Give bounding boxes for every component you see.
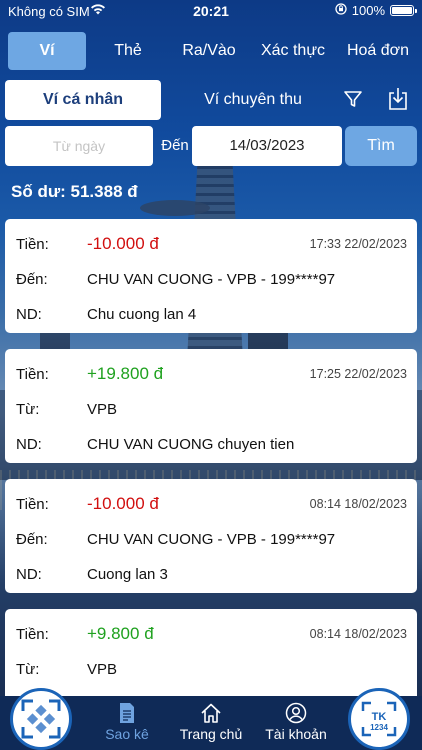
transaction-datetime: 17:25 22/02/2023 (309, 367, 407, 381)
note-label: ND: (16, 306, 42, 323)
search-button[interactable]: Tìm (345, 126, 417, 166)
user-icon (258, 702, 334, 724)
tab-ra-vao[interactable]: Ra/Vào (170, 32, 248, 70)
transaction-card[interactable]: Tiền: +19.800 đ 17:25 22/02/2023 Từ: VPB… (5, 349, 417, 463)
amount-value: +19.800 đ (87, 364, 164, 383)
qr-code-icon (13, 691, 69, 747)
transaction-card[interactable]: Tiền: -10.000 đ 08:14 18/02/2023 Đến: CH… (5, 479, 417, 593)
party-value: VPB (87, 661, 118, 678)
status-bar: Không có SIM 20:21 100% (0, 0, 422, 22)
wallet-selector: Ví cá nhân Ví chuyên thu (5, 80, 417, 120)
document-icon (100, 702, 154, 724)
nav-account-label: Tài khoản (265, 726, 327, 742)
badge-line2: 1234 (370, 723, 388, 732)
battery-percent: 100% (351, 3, 385, 18)
balance-text: Số dư: 51.388 đ (11, 182, 138, 201)
party-label: Từ: (16, 661, 40, 678)
note-label: ND: (16, 436, 42, 453)
party-label: Đến: (16, 271, 48, 288)
tab-the[interactable]: Thẻ (86, 32, 170, 70)
qr-scan-button[interactable] (10, 688, 72, 750)
transaction-datetime: 17:33 22/02/2023 (309, 237, 407, 251)
amount-label: Tiền: (16, 496, 49, 513)
party-value: CHU VAN CUONG - VPB - 199****97 (87, 271, 336, 288)
date-filter: Đến 14/03/2023 Tìm (5, 126, 417, 166)
home-icon (172, 702, 250, 724)
nav-statement-label: Sao kê (105, 726, 149, 742)
amount-value: +9.800 đ (87, 624, 154, 643)
note-value: Cuong lan 3 (87, 566, 168, 583)
transaction-card[interactable]: Tiền: -10.000 đ 17:33 22/02/2023 Đến: CH… (5, 219, 417, 333)
transaction-datetime: 08:14 18/02/2023 (309, 497, 407, 511)
amount-label: Tiền: (16, 236, 49, 253)
amount-value: -10.000 đ (87, 234, 159, 253)
nav-home-label: Trang chủ (179, 726, 243, 742)
filter-icon[interactable] (343, 89, 363, 114)
tab-vi[interactable]: Ví (8, 32, 86, 70)
amount-label: Tiền: (16, 626, 49, 643)
tab-xac-thuc[interactable]: Xác thực (248, 32, 338, 70)
party-value: CHU VAN CUONG - VPB - 199****97 (87, 531, 336, 548)
tab-hoa-don[interactable]: Hoá đơn (338, 32, 418, 70)
top-tabs: Ví Thẻ Ra/Vào Xác thực Hoá đơn (8, 32, 418, 70)
from-date-input[interactable] (5, 126, 153, 166)
nav-statement[interactable]: Sao kê (100, 700, 154, 742)
specialized-wallet-button[interactable]: Ví chuyên thu (191, 80, 315, 120)
note-label: ND: (16, 566, 42, 583)
to-date-input[interactable]: 14/03/2023 (192, 126, 342, 166)
party-label: Từ: (16, 401, 40, 418)
battery-icon (390, 5, 417, 16)
nav-account[interactable]: Tài khoản (258, 700, 334, 742)
party-value: VPB (87, 401, 118, 418)
note-value: CHU VAN CUONG chuyen tien (87, 436, 295, 453)
personal-wallet-button[interactable]: Ví cá nhân (5, 80, 161, 120)
amount-label: Tiền: (16, 366, 49, 383)
to-label: Đến (161, 137, 189, 154)
transaction-datetime: 08:14 18/02/2023 (309, 627, 407, 641)
amount-value: -10.000 đ (87, 494, 159, 513)
nav-home[interactable]: Trang chủ (172, 700, 250, 742)
download-icon[interactable] (387, 87, 409, 116)
account-badge-icon: TK 1234 (361, 701, 397, 737)
orientation-lock-icon (335, 3, 347, 18)
note-value: Chu cuong lan 4 (87, 306, 197, 323)
party-label: Đến: (16, 531, 48, 548)
badge-line1: TK (372, 711, 387, 723)
account-number-button[interactable]: TK 1234 (348, 688, 410, 750)
